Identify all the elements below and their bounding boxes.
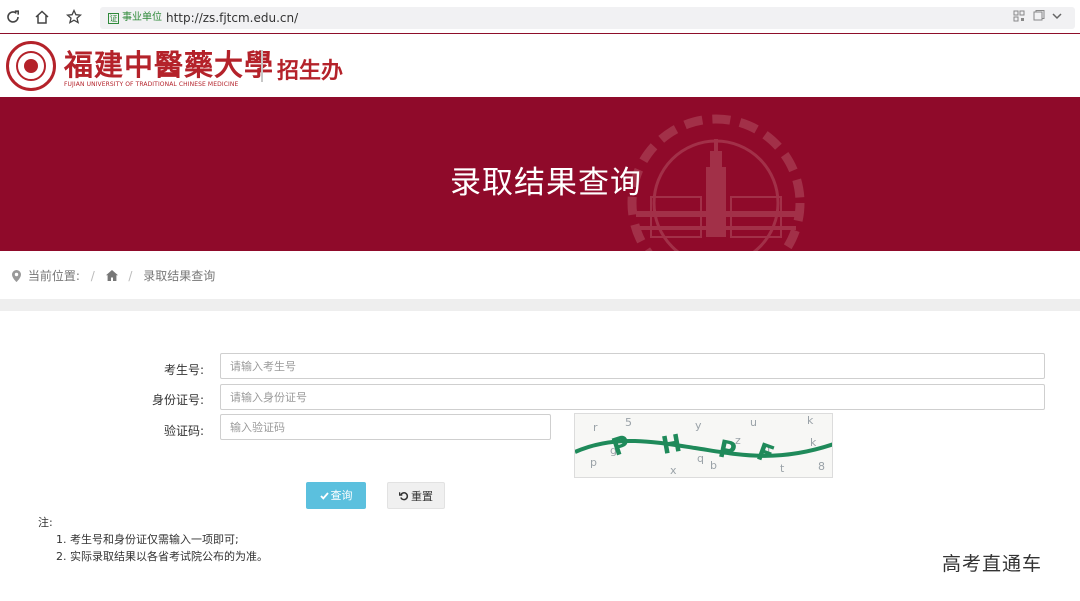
qr-icon[interactable]: [1013, 10, 1065, 22]
star-icon[interactable]: [65, 8, 83, 27]
exam-id-label: 考生号:: [163, 363, 204, 377]
breadcrumb-label: 当前位置:: [27, 269, 80, 283]
id-card-input[interactable]: [220, 384, 1045, 410]
location-pin-icon: [12, 269, 21, 282]
section-divider: [0, 299, 1080, 311]
svg-text:8: 8: [818, 460, 825, 473]
undo-icon: [398, 492, 409, 501]
university-name: 福建中醫藥大學: [64, 48, 275, 82]
svg-text:H: H: [659, 429, 684, 460]
captcha-label: 验证码:: [163, 424, 204, 438]
captcha-image[interactable]: r5yuk pxbJk gt8zq P H P F: [574, 413, 833, 478]
site-header: 福建中醫藥大學 FUJIAN UNIVERSITY OF TRADITIONAL…: [0, 34, 1080, 97]
note-item: 1. 考生号和身份证仅需输入一项即可;: [56, 533, 239, 546]
svg-text:x: x: [670, 464, 677, 477]
id-card-label: 身份证号:: [151, 393, 204, 407]
breadcrumb-home-icon[interactable]: [105, 270, 118, 281]
exam-id-input[interactable]: [220, 353, 1045, 379]
svg-text:p: p: [590, 456, 597, 469]
page-title: 录取结果查询: [450, 165, 642, 201]
svg-text:q: q: [697, 452, 704, 465]
watermark-text: 高考直通车: [942, 553, 1043, 575]
svg-text:u: u: [750, 416, 757, 429]
university-name-en: FUJIAN UNIVERSITY OF TRADITIONAL CHINESE…: [64, 81, 239, 88]
office-name: 招生办: [277, 59, 344, 84]
reload-icon[interactable]: [4, 9, 22, 27]
note-item: 2. 实际录取结果以各省考试院公布的为准。: [56, 550, 268, 563]
svg-text:k: k: [807, 414, 814, 427]
address-bar-tools[interactable]: [1013, 10, 1065, 27]
breadcrumb-separator: /: [128, 268, 133, 283]
address-bar[interactable]: 证事业单位 http://zs.fjtcm.edu.cn/: [100, 7, 1075, 29]
reset-button[interactable]: 重置: [387, 482, 445, 509]
url-text: http://zs.fjtcm.edu.cn/: [166, 11, 299, 25]
breadcrumb-separator: /: [90, 268, 95, 283]
notes-list: 1. 考生号和身份证仅需输入一项即可; 2. 实际录取结果以各省考试院公布的为准…: [38, 531, 268, 565]
svg-text:k: k: [810, 436, 817, 449]
captcha-input[interactable]: [220, 414, 551, 440]
breadcrumb: 当前位置: / / 录取结果查询: [12, 267, 215, 284]
svg-text:F: F: [753, 437, 778, 469]
header-divider: [261, 50, 263, 82]
home-icon[interactable]: [33, 9, 51, 27]
notes-title: 注:: [38, 516, 53, 529]
page-banner: 录取结果查询: [0, 97, 1080, 251]
svg-text:r: r: [593, 421, 598, 434]
svg-text:P: P: [716, 434, 739, 465]
svg-text:5: 5: [625, 416, 632, 429]
breadcrumb-current-page: 录取结果查询: [143, 269, 216, 283]
check-icon: [319, 492, 329, 500]
cert-icon: 证: [108, 13, 119, 24]
university-seal-logo[interactable]: [6, 41, 56, 91]
svg-text:t: t: [780, 462, 785, 475]
svg-text:y: y: [695, 419, 702, 432]
site-cert-badge[interactable]: 证事业单位: [106, 10, 164, 26]
page: 证事业单位 http://zs.fjtcm.edu.cn/ 福建中醫藥大學 FU…: [0, 0, 1080, 601]
notes-section: 注: 1. 考生号和身份证仅需输入一项即可; 2. 实际录取结果以各省考试院公布…: [38, 514, 268, 565]
browser-toolbar: 证事业单位 http://zs.fjtcm.edu.cn/: [0, 0, 1080, 34]
query-button[interactable]: 查询: [306, 482, 366, 509]
